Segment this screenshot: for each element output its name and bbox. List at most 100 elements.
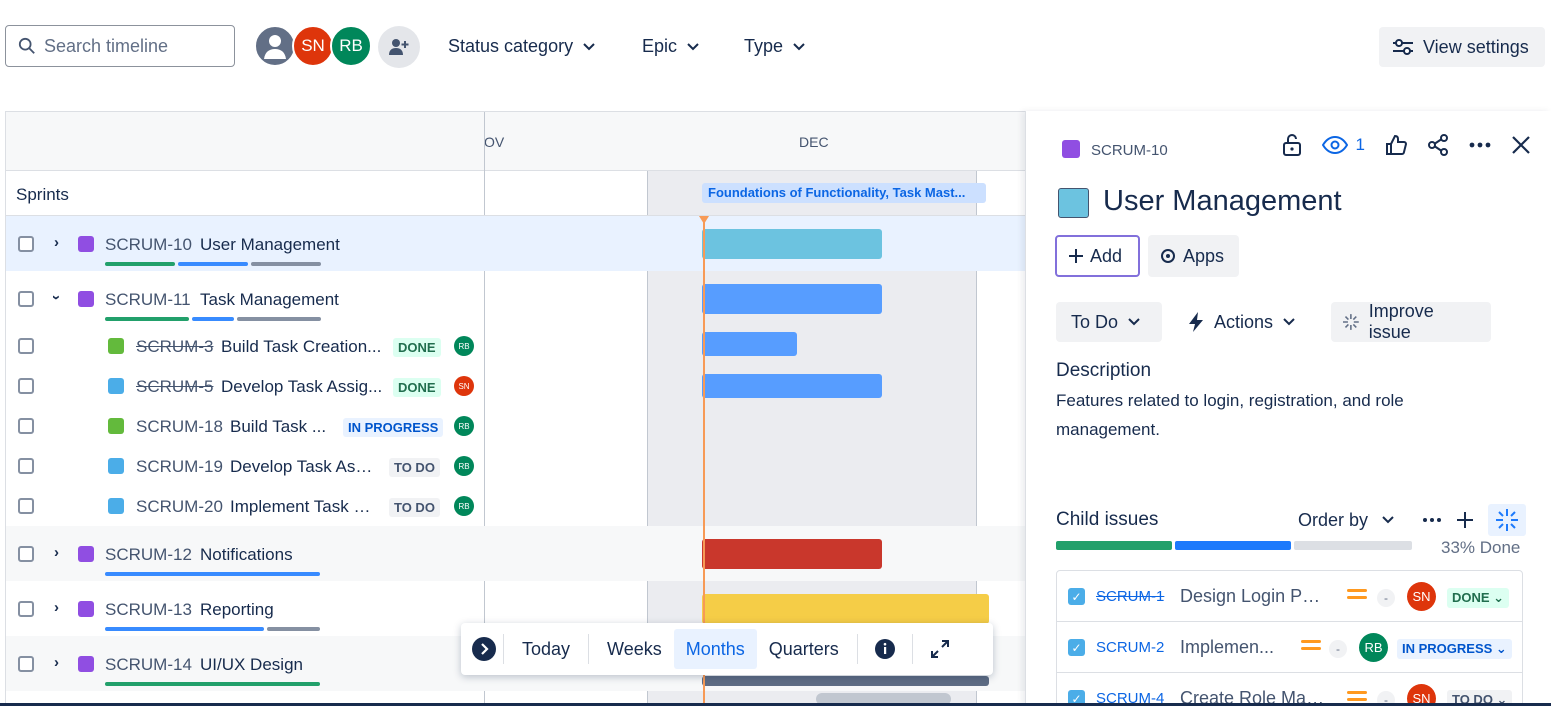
timeline-bar[interactable]	[702, 676, 989, 686]
add-button[interactable]: Add	[1055, 235, 1140, 277]
assignee-avatar[interactable]: RB	[1359, 633, 1388, 662]
issue-title[interactable]: Notifications	[200, 545, 293, 565]
issue-key[interactable]: SCRUM-20	[136, 497, 223, 517]
info-icon[interactable]	[874, 638, 896, 660]
row-checkbox[interactable]	[18, 236, 34, 252]
issue-key[interactable]: SCRUM-10	[105, 235, 192, 255]
row-checkbox[interactable]	[18, 291, 34, 307]
row-checkbox[interactable]	[18, 601, 34, 617]
child-issue-row[interactable]: ✓ SCRUM-2 Implemen... - RB IN PROGRESS ⌄	[1057, 622, 1522, 673]
panel-issue-title[interactable]: User Management	[1103, 185, 1342, 218]
child-issue-title[interactable]: Implemen...	[1180, 637, 1280, 658]
avatar-rb[interactable]: RB	[330, 25, 372, 67]
story-points-placeholder[interactable]: -	[1329, 640, 1347, 658]
watch-button[interactable]: 1	[1321, 135, 1365, 155]
ai-suggest-button[interactable]	[1488, 504, 1526, 536]
order-by-dropdown[interactable]: Order by	[1298, 510, 1394, 531]
expand-chevron-icon[interactable]: ›	[54, 599, 59, 616]
row-checkbox[interactable]	[18, 546, 34, 562]
assignee-avatar[interactable]: SN	[1407, 582, 1436, 611]
child-row-scrum-5[interactable]: SCRUM-5 Develop Task Assig... DONE SN	[6, 366, 1035, 406]
actions-dropdown[interactable]: Actions	[1173, 302, 1313, 342]
epic-color-swatch[interactable]	[1058, 188, 1089, 218]
issue-key[interactable]: SCRUM-3	[136, 337, 213, 357]
panel-issue-key[interactable]: SCRUM-10	[1091, 142, 1168, 159]
more-icon[interactable]	[1422, 517, 1442, 523]
child-row-scrum-19[interactable]: SCRUM-19 Develop Task Ass... TO DO RB	[6, 446, 1035, 486]
issue-key[interactable]: SCRUM-5	[136, 377, 213, 397]
plus-icon[interactable]	[1456, 511, 1474, 529]
timeline-bar[interactable]	[702, 332, 797, 356]
status-dropdown[interactable]: DONE ⌄	[1447, 588, 1510, 608]
apps-button[interactable]: Apps	[1148, 235, 1239, 277]
expand-chevron-icon[interactable]: ›	[54, 654, 59, 671]
status-dropdown[interactable]: To Do	[1056, 302, 1162, 342]
lock-icon[interactable]	[1282, 133, 1302, 157]
search-input[interactable]	[44, 35, 224, 57]
type-filter[interactable]: Type	[744, 36, 805, 57]
timeline-bar[interactable]	[702, 284, 882, 314]
assignee-avatar[interactable]: RB	[454, 496, 474, 516]
assignee-avatar[interactable]: RB	[454, 456, 474, 476]
weeks-button[interactable]: Weeks	[595, 629, 674, 669]
unassigned-avatar[interactable]	[254, 25, 296, 67]
assignee-avatar[interactable]: RB	[454, 336, 474, 356]
expand-chevron-icon[interactable]: ›	[54, 544, 59, 561]
avatar-sn[interactable]: SN	[292, 25, 334, 67]
row-checkbox[interactable]	[18, 418, 34, 434]
issue-title[interactable]: UI/UX Design	[200, 655, 303, 675]
sprint-chip[interactable]: Foundations of Functionality, Task Mast.…	[702, 183, 986, 203]
epic-filter[interactable]: Epic	[642, 36, 699, 57]
child-row-scrum-20[interactable]: SCRUM-20 Implement Task S... TO DO RB	[6, 486, 1035, 526]
issue-title[interactable]: Develop Task Ass...	[230, 457, 378, 477]
months-button[interactable]: Months	[673, 629, 757, 669]
description-text[interactable]: Features related to login, registration,…	[1056, 386, 1476, 444]
assignee-avatar[interactable]: SN	[454, 376, 474, 396]
timeline-bar[interactable]	[702, 229, 882, 259]
timeline-bar[interactable]	[702, 539, 882, 569]
child-issue-key[interactable]: SCRUM-1	[1096, 588, 1164, 605]
issue-title[interactable]: Reporting	[200, 600, 274, 620]
issue-key[interactable]: SCRUM-18	[136, 417, 223, 437]
search-timeline-field[interactable]	[5, 25, 235, 67]
close-icon[interactable]	[1511, 135, 1531, 155]
issue-title[interactable]: Develop Task Assig...	[221, 377, 383, 397]
more-icon[interactable]	[1469, 142, 1491, 148]
epic-row-scrum-10[interactable]: › SCRUM-10 User Management	[6, 216, 1035, 271]
quarters-button[interactable]: Quarters	[757, 629, 851, 669]
issue-key[interactable]: SCRUM-12	[105, 545, 192, 565]
row-checkbox[interactable]	[18, 338, 34, 354]
collapse-chevron-icon[interactable]: ›	[48, 295, 65, 300]
timeline-bar[interactable]	[702, 374, 882, 398]
child-row-scrum-3[interactable]: SCRUM-3 Build Task Creation... DONE RB	[6, 326, 1035, 366]
epic-row-scrum-11[interactable]: › SCRUM-11 Task Management	[6, 271, 1035, 326]
issue-title[interactable]: Build Task Creation...	[221, 337, 383, 357]
issue-title[interactable]: Build Task ...	[230, 417, 330, 437]
child-issue-title[interactable]: Design Login Page	[1180, 586, 1325, 607]
issue-key[interactable]: SCRUM-19	[136, 457, 223, 477]
view-settings-button[interactable]: View settings	[1379, 27, 1545, 67]
assignee-avatar[interactable]: RB	[454, 416, 474, 436]
thumbs-up-icon[interactable]	[1385, 134, 1407, 156]
issue-key[interactable]: SCRUM-13	[105, 600, 192, 620]
expand-icon[interactable]	[929, 638, 951, 660]
status-category-filter[interactable]: Status category	[448, 36, 595, 57]
improve-issue-button[interactable]: Improve issue	[1331, 301, 1491, 342]
issue-title[interactable]: User Management	[200, 235, 340, 255]
timeline-bar[interactable]	[702, 594, 989, 624]
issue-key[interactable]: SCRUM-11	[105, 290, 191, 310]
chevron-right-circle-icon[interactable]	[471, 636, 497, 662]
child-issue-key[interactable]: SCRUM-2	[1096, 639, 1164, 656]
add-people-button[interactable]	[378, 26, 420, 68]
row-checkbox[interactable]	[18, 498, 34, 514]
child-row-scrum-18[interactable]: SCRUM-18 Build Task ... IN PROGRESS RB	[6, 406, 1035, 446]
expand-chevron-icon[interactable]: ›	[54, 234, 59, 251]
issue-key[interactable]: SCRUM-14	[105, 655, 192, 675]
today-button[interactable]: Today	[510, 629, 582, 669]
share-icon[interactable]	[1427, 134, 1449, 156]
status-dropdown[interactable]: IN PROGRESS ⌄	[1397, 639, 1512, 659]
epic-row-scrum-12[interactable]: › SCRUM-12 Notifications	[6, 526, 1035, 581]
issue-title[interactable]: Implement Task S...	[230, 497, 378, 517]
row-checkbox[interactable]	[18, 378, 34, 394]
row-checkbox[interactable]	[18, 458, 34, 474]
